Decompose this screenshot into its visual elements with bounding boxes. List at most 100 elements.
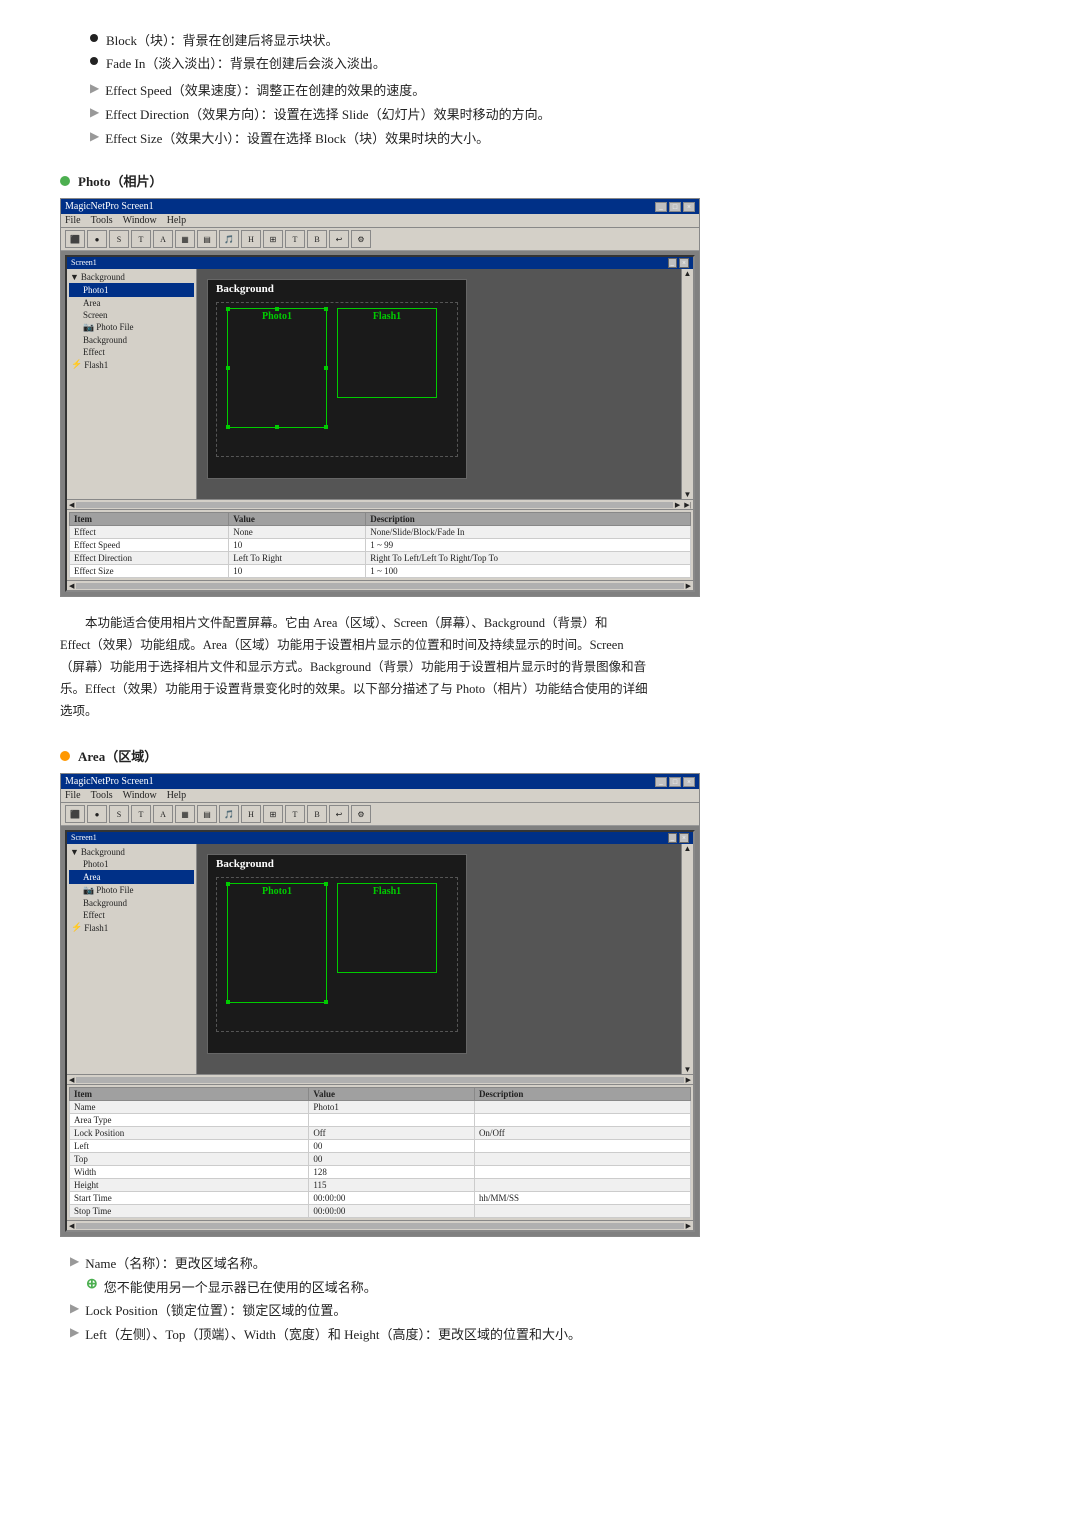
desc-text-1-a [60,613,85,635]
tree-panel-1: ▼ Background Photo1 Area Screen 📷 Photo … [67,269,197,499]
maximize-btn-1[interactable]: □ [669,202,681,212]
hscroll-right-1[interactable]: ▶ [675,501,680,509]
toolbar2-btn-3[interactable]: S [109,805,129,823]
prop-width-key: Width [70,1166,309,1179]
prop-row-top-2: Top 00 [70,1153,691,1166]
inner-min-2[interactable]: _ [668,833,678,843]
toolbar-btn-8[interactable]: 🎵 [219,230,239,248]
prop-stoptime-val: 00:00:00 [309,1205,475,1218]
prop-row-speed: Effect Speed 10 1 ~ 99 [70,539,691,552]
flash1-text-2: Flash1 [373,886,401,897]
toolbar2-btn-5[interactable]: A [153,805,173,823]
hscroll-left-1[interactable]: ◀ [69,501,74,509]
toolbar-btn-5[interactable]: A [153,230,173,248]
toolbar-btn-7[interactable]: ▤ [197,230,217,248]
win-title-2: MagicNetPro Screen1 [65,776,154,787]
arrow-icon-dims: ▶ [70,1325,79,1340]
vscrollbar-1[interactable]: ▲ ▼ [681,269,693,499]
note-dimensions-text: Left（左侧）、Top（顶端）、Width（宽度）和 Height（高度）：更… [85,1324,581,1343]
table-scroll-right-2[interactable]: ▶ [686,1222,691,1230]
col-desc-2: Description [474,1088,690,1101]
toolbar2-btn-8[interactable]: 🎵 [219,805,239,823]
prop-lockpos-desc: On/Off [474,1127,690,1140]
note-name-item: ▶ Name（名称）：更改区域名称。 [60,1253,1020,1272]
close-btn-1[interactable]: × [683,202,695,212]
prop-starttime-desc: hh/MM/SS [474,1192,690,1205]
menu-file-1[interactable]: File [65,215,81,226]
scroll-up-1[interactable]: ▲ [684,269,692,278]
tree-item-label-2: Background [81,847,125,857]
inner-close-2[interactable]: × [679,833,689,843]
hscrollbar-1[interactable]: ◀ ▶ ▶| [67,499,693,509]
maximize-btn-2[interactable]: □ [669,777,681,787]
prop-name-key: Name [70,1101,309,1114]
close-btn-2[interactable]: × [683,777,695,787]
table-scroll-right-1[interactable]: ▶ [686,582,691,590]
toolbar-btn-12[interactable]: B [307,230,327,248]
minimize-btn-2[interactable]: _ [655,777,667,787]
scroll-down-1[interactable]: ▼ [684,490,692,499]
toolbar-btn-11[interactable]: T [285,230,305,248]
toolbar2-btn-4[interactable]: T [131,805,151,823]
toolbar2-btn-13[interactable]: ↩ [329,805,349,823]
toolbar2-btn-12[interactable]: B [307,805,327,823]
prop-stoptime-key: Stop Time [70,1205,309,1218]
menu-window-1[interactable]: Window [123,215,157,226]
toolbar-btn-14[interactable]: ⚙ [351,230,371,248]
toolbar-btn-3[interactable]: S [109,230,129,248]
table-hscrollbar-2[interactable]: ◀ ▶ [67,1220,693,1230]
inner-close-1[interactable]: × [679,258,689,268]
toolbar-btn-6[interactable]: ▦ [175,230,195,248]
toolbar2-btn-11[interactable]: T [285,805,305,823]
hscroll-left-2[interactable]: ◀ [69,1076,74,1084]
menu-tools-2[interactable]: Tools [91,790,113,801]
table-hscrollbar-1[interactable]: ◀ ▶ [67,580,693,590]
toolbar2-btn-10[interactable]: ⊞ [263,805,283,823]
table-scroll-left-1[interactable]: ◀ [69,582,74,590]
desc-line-5: 选项。 [60,701,1020,723]
scroll-up-2[interactable]: ▲ [684,844,692,853]
note-lockpos-item: ▶ Lock Position（锁定位置）：锁定区域的位置。 [60,1300,1020,1319]
prop-table-2: Item Value Description Name Photo1 [69,1087,691,1218]
photo-icon-1: 📷 [83,322,94,333]
toolbar2-btn-7[interactable]: ▤ [197,805,217,823]
toolbar2-btn-14[interactable]: ⚙ [351,805,371,823]
bg-label-2: Background [208,855,466,873]
tree-photo1-2: Photo1 [69,858,194,870]
prop-dir-desc: Right To Left/Left To Right/Top To [366,552,691,565]
menu-help-2[interactable]: Help [167,790,186,801]
toolbar2-btn-6[interactable]: ▦ [175,805,195,823]
tree-expand-1: ▼ [70,272,79,282]
arrow-icon-2: ▶ [90,105,99,120]
toolbar2-btn-2[interactable]: ● [87,805,107,823]
toolbar-btn-2[interactable]: ● [87,230,107,248]
toolbar-btn-13[interactable]: ↩ [329,230,349,248]
minimize-btn-1[interactable]: _ [655,202,667,212]
tree-selected-2[interactable]: Area [69,870,194,884]
toolbar-btn-9[interactable]: H [241,230,261,248]
menu-file-2[interactable]: File [65,790,81,801]
toolbar-btn-4[interactable]: T [131,230,151,248]
inner-title-label-1: Screen1 [71,258,97,268]
tree-selected-1[interactable]: Photo1 [69,283,194,297]
bullet-dot2 [90,57,98,65]
flash-icon-1: ⚡ [71,359,82,370]
prop-name-val: Photo1 [309,1101,475,1114]
prop-height-desc [474,1179,690,1192]
menu-window-2[interactable]: Window [123,790,157,801]
table-scroll-left-2[interactable]: ◀ [69,1222,74,1230]
hscroll-right-2[interactable]: ▶ [686,1076,691,1084]
toolbar2-btn-1[interactable]: ⬛ [65,805,85,823]
toolbar-btn-1[interactable]: ⬛ [65,230,85,248]
menu-help-1[interactable]: Help [167,215,186,226]
flash1-box-1: Flash1 [337,308,437,398]
hscrollbar-2[interactable]: ◀ ▶ [67,1074,693,1084]
toolbar2-btn-9[interactable]: H [241,805,261,823]
inner-min-1[interactable]: _ [668,258,678,268]
menu-tools-1[interactable]: Tools [91,215,113,226]
scroll-down-2[interactable]: ▼ [684,1065,692,1074]
photo-icon-2: 📷 [83,885,94,896]
hscroll-end-1[interactable]: ▶| [684,501,691,509]
toolbar-btn-10[interactable]: ⊞ [263,230,283,248]
vscrollbar-2[interactable]: ▲ ▼ [681,844,693,1074]
